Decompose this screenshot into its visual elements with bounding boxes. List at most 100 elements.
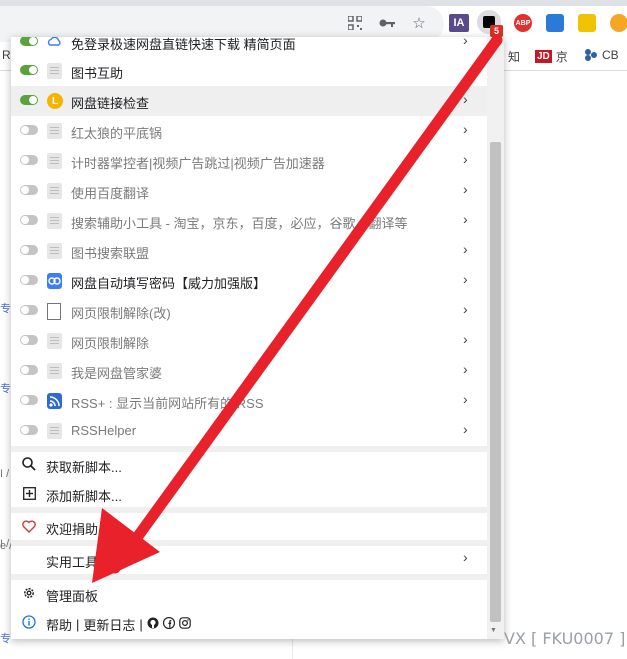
heart-icon — [21, 518, 37, 534]
script-item[interactable]: 免登录极速网盘直链快速下载 精简页面 › — [11, 37, 487, 57]
script-name: 网盘自动填写密码【威力加强版】 — [71, 276, 267, 291]
info-icon — [21, 614, 37, 630]
chevron-right-icon: › — [463, 151, 468, 167]
bookmark-item[interactable]: R — [2, 48, 11, 62]
donate-label: 欢迎捐助 — [46, 522, 99, 537]
bookmark-jd[interactable]: JD 京 — [535, 48, 568, 65]
qr-code-icon[interactable] — [344, 12, 366, 34]
chevron-right-icon: › — [463, 391, 468, 407]
chevron-right-icon: › — [463, 361, 468, 377]
chevron-right-icon: › — [463, 91, 468, 107]
help-link[interactable]: 帮助 — [46, 615, 72, 634]
chevron-right-icon: › — [463, 241, 468, 257]
separator-pipe: | — [139, 617, 143, 632]
facebook-icon[interactable] — [162, 616, 175, 632]
document-icon — [47, 183, 62, 199]
chevron-right-icon: › — [463, 421, 468, 437]
script-toggle[interactable] — [20, 215, 38, 225]
chevron-right-icon: › — [463, 121, 468, 137]
document-icon — [47, 213, 62, 229]
key-icon[interactable] — [376, 12, 398, 34]
changelog-link[interactable]: 更新日志 — [83, 615, 135, 634]
script-toggle[interactable] — [20, 65, 38, 75]
script-toggle[interactable] — [20, 425, 38, 435]
script-toggle[interactable] — [20, 245, 38, 255]
script-name: RSSHelper — [71, 423, 137, 438]
bookmark-zhihu[interactable]: 知 — [508, 48, 520, 65]
extension-icon[interactable] — [610, 14, 627, 32]
github-icon[interactable] — [147, 617, 159, 632]
help-row: 帮助 | 更新日志 | — [11, 608, 487, 637]
document-icon — [47, 333, 62, 349]
utilities-item[interactable]: 实用工具 › — [11, 545, 487, 574]
bookmark-star-icon[interactable]: ☆ — [408, 12, 430, 34]
document-icon — [47, 363, 62, 379]
script-toggle[interactable] — [20, 185, 38, 195]
separator-pipe: | — [76, 617, 80, 632]
script-toggle[interactable] — [20, 335, 38, 345]
chevron-right-icon: › — [463, 331, 468, 347]
extension-icon[interactable] — [578, 14, 596, 32]
script-toggle[interactable] — [20, 125, 38, 135]
donate-item[interactable]: 欢迎捐助 — [11, 512, 487, 541]
chevron-right-icon: › — [463, 211, 468, 227]
watermark-text: VX [ FKU0007 ] — [504, 629, 626, 648]
script-item[interactable]: 图书搜索联盟 › — [11, 236, 487, 266]
script-name: RSS+ : 显示当前网站所有的 RSS — [71, 396, 264, 411]
add-new-script-label: 添加新脚本... — [46, 489, 122, 504]
chevron-right-icon: › — [463, 181, 468, 197]
cloud-icon — [47, 37, 62, 50]
bookmark-cb[interactable]: CB — [584, 48, 619, 62]
script-toggle[interactable] — [20, 155, 38, 165]
instagram-icon[interactable] — [179, 617, 191, 632]
chevron-right-icon: › — [463, 271, 468, 287]
extension-icon[interactable] — [546, 14, 564, 32]
script-item[interactable]: RSSHelper › — [11, 416, 487, 446]
script-item[interactable]: 使用百度翻译 › — [11, 176, 487, 206]
script-toggle[interactable] — [20, 365, 38, 375]
tampermonkey-badge: 5 — [490, 25, 503, 37]
get-new-scripts-item[interactable]: 获取新脚本... — [11, 450, 487, 479]
script-item[interactable]: 网盘自动填写密码【威力加强版】 › — [11, 266, 487, 296]
scrollbar-thumb[interactable] — [490, 142, 501, 622]
script-item[interactable]: 搜索辅助小工具 - 淘宝，京东，百度，必应，谷歌，翻译等 › — [11, 206, 487, 236]
script-item[interactable]: RSS+ : 显示当前网站所有的 RSS › — [11, 386, 487, 416]
script-name: 网盘链接检查 — [71, 96, 150, 111]
script-name: 红太狼的平底锅 — [71, 126, 163, 141]
page-text-snippet: 专 — [0, 633, 11, 645]
scroll-up-icon[interactable]: ▲ — [490, 41, 497, 48]
script-item[interactable]: 网页限制解除(改) › — [11, 296, 487, 326]
document-icon — [47, 63, 62, 79]
script-name: 免登录极速网盘直链快速下载 精简页面 — [71, 37, 296, 52]
script-toggle[interactable] — [20, 95, 38, 105]
utilities-label: 实用工具 — [46, 555, 99, 570]
adblock-plus-icon[interactable]: ABP — [514, 14, 532, 32]
script-item[interactable]: 红太狼的平底锅 › — [11, 116, 487, 146]
dashboard-item[interactable]: 管理面板 — [11, 579, 487, 608]
document-icon — [47, 153, 62, 169]
script-toggle[interactable] — [20, 395, 38, 405]
script-name: 我是网盘管家婆 — [71, 366, 163, 381]
chevron-right-icon: › — [463, 37, 468, 48]
add-new-script-item[interactable]: 添加新脚本... — [11, 479, 487, 508]
document-icon — [47, 423, 62, 439]
cb-logo-icon — [584, 48, 598, 62]
script-item[interactable]: 网页限制解除 › — [11, 326, 487, 356]
script-toggle[interactable] — [20, 275, 38, 285]
script-name: 网页限制解除 — [71, 336, 150, 351]
script-item[interactable]: 计时器掌控者|视频广告跳过|视频广告加速器 › — [11, 146, 487, 176]
script-toggle[interactable] — [20, 305, 38, 315]
script-toggle[interactable] — [20, 37, 38, 46]
script-item[interactable]: L 网盘链接检查 › — [11, 86, 487, 116]
gear-icon — [21, 585, 37, 601]
add-square-icon — [21, 485, 37, 501]
help-links: 帮助 | 更新日志 | — [46, 615, 191, 634]
script-item[interactable]: 图书互助 — [11, 56, 487, 86]
script-item[interactable]: 我是网盘管家婆 › — [11, 356, 487, 386]
get-new-scripts-label: 获取新脚本... — [46, 460, 122, 475]
script-name: 图书互助 — [71, 66, 124, 81]
internet-archive-extension-icon[interactable]: IA — [449, 14, 469, 32]
chevron-right-icon: › — [463, 549, 468, 565]
scroll-down-icon[interactable]: ▼ — [490, 627, 497, 634]
script-name: 搜索辅助小工具 - 淘宝，京东，百度，必应，谷歌，翻译等 — [71, 216, 408, 231]
